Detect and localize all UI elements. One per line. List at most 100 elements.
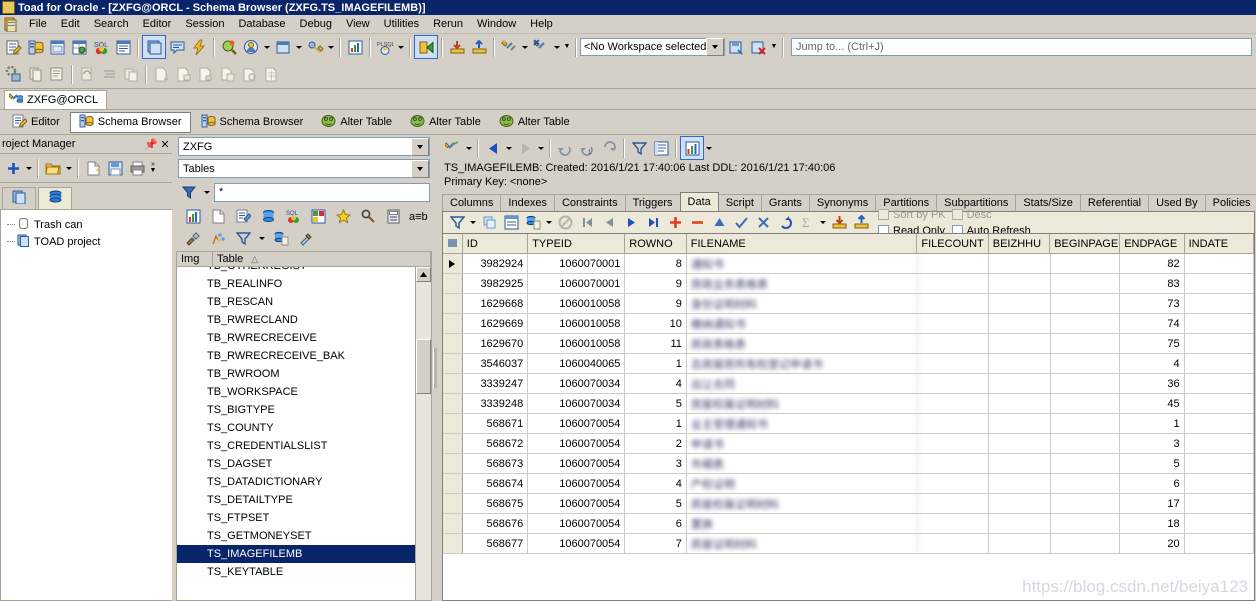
cell-id[interactable]: 568673 [463, 454, 528, 473]
cell-filecount[interactable] [918, 254, 989, 273]
privileges-icon[interactable] [304, 36, 326, 58]
table-row[interactable]: 398292510600700019房政业务表格表83 [443, 274, 1254, 294]
column-header-beginpage[interactable]: BEGINPAGE [1050, 234, 1120, 253]
cell-endpage[interactable]: 17 [1120, 494, 1184, 513]
workspace-overflow-icon[interactable]: ▼ [769, 36, 779, 58]
tab-columns[interactable]: Columns [442, 194, 501, 211]
tab-used-by[interactable]: Used By [1148, 194, 1206, 211]
last-record-icon[interactable] [642, 212, 664, 234]
save-workspace-icon[interactable] [725, 36, 747, 58]
describe-icon[interactable] [112, 36, 134, 58]
cell-rowno[interactable]: 2 [625, 434, 687, 453]
row-indicator[interactable] [443, 374, 463, 393]
tab-grants[interactable]: Grants [761, 194, 810, 211]
menu-editor[interactable]: Editor [136, 16, 179, 32]
plsql-dropdown-icon[interactable] [396, 36, 406, 58]
row-indicator[interactable] [443, 394, 463, 413]
cell-typeid[interactable]: 1060070054 [528, 494, 625, 513]
cell-endpage[interactable]: 75 [1120, 334, 1184, 353]
cell-beizhhu[interactable] [989, 374, 1051, 393]
column-header-filename[interactable]: FILENAME [687, 234, 918, 253]
object-list-col-table[interactable]: Table △ [213, 252, 431, 266]
data-icon[interactable] [257, 206, 279, 228]
session-dropdown-icon[interactable] [262, 36, 272, 58]
export-icon[interactable] [850, 212, 872, 234]
row-indicator[interactable] [443, 314, 463, 333]
star-icon[interactable] [332, 206, 354, 228]
list-item[interactable]: TB_OTHERREGIST [177, 267, 415, 275]
cell-filename[interactable]: 身份证明材料 [687, 294, 918, 313]
disconnect-dropdown-icon[interactable] [552, 36, 562, 58]
prev-record-icon[interactable] [598, 212, 620, 234]
cell-rowno[interactable]: 11 [625, 334, 687, 353]
commit-icon[interactable] [730, 212, 752, 234]
cell-indate[interactable] [1185, 354, 1254, 373]
data-grid-icon[interactable] [68, 36, 90, 58]
first-record-icon[interactable] [576, 212, 598, 234]
import-icon[interactable] [446, 36, 468, 58]
back-dropdown-icon[interactable] [504, 137, 514, 159]
sql-icon[interactable]: SQL [282, 206, 304, 228]
tab-alter-table-2[interactable]: Alter Table [402, 112, 489, 133]
cell-id[interactable]: 568671 [463, 414, 528, 433]
chart-dropdown-icon[interactable] [704, 137, 714, 159]
table-row[interactable]: 56867710600700547房屋证明材料20 [443, 534, 1254, 554]
table-row[interactable]: 162966810600100589身份证明材料73 [443, 294, 1254, 314]
project-manager-tree[interactable]: Trash can TOAD project [0, 209, 172, 601]
list-item[interactable]: TS_DATADICTIONARY [177, 473, 415, 491]
row-indicator[interactable] [443, 454, 463, 473]
connection-tab-zxfg[interactable]: ZXFG@ORCL [4, 90, 107, 109]
tree-node-trash-can[interactable]: Trash can [5, 216, 172, 233]
cell-filename[interactable]: 志房屋房所有权登记申请书 [687, 354, 918, 373]
cell-filecount[interactable] [918, 374, 989, 393]
menu-view[interactable]: View [339, 16, 377, 32]
cell-id[interactable]: 568677 [463, 534, 528, 553]
new-editor-icon[interactable] [2, 36, 24, 58]
cell-filename[interactable]: 出让合同 [687, 374, 918, 393]
cell-filename[interactable]: 产权证明 [687, 474, 918, 493]
checkbox-box[interactable] [878, 209, 889, 220]
tree-node-toad-project[interactable]: TOAD project [5, 233, 172, 250]
cell-beginpage[interactable] [1051, 414, 1120, 433]
filter-dropdown-icon[interactable] [468, 212, 478, 234]
object-palette-icon[interactable] [142, 35, 166, 59]
cell-rowno[interactable]: 1 [625, 354, 687, 373]
grid-doc-icon[interactable] [260, 63, 282, 85]
cell-indate[interactable] [1185, 494, 1254, 513]
rename-icon[interactable]: a≡b [409, 211, 428, 223]
script-icon[interactable] [46, 63, 68, 85]
privileges-dropdown-icon[interactable] [326, 36, 336, 58]
cell-indate[interactable] [1185, 474, 1254, 493]
scroll-up-arrow-icon[interactable] [416, 267, 431, 282]
rebuild-icon[interactable] [182, 228, 204, 250]
refresh-object-dropdown-icon[interactable] [464, 137, 474, 159]
cell-endpage[interactable]: 18 [1120, 514, 1184, 533]
cell-typeid[interactable]: 1060070054 [528, 454, 625, 473]
cell-endpage[interactable]: 74 [1120, 314, 1184, 333]
tab-script[interactable]: Script [718, 194, 762, 211]
cell-beizhhu[interactable] [989, 494, 1051, 513]
filter-icon[interactable] [628, 137, 650, 159]
object-list-col-img[interactable]: Img [177, 252, 213, 266]
object-type-dropdown-icon[interactable] [411, 160, 429, 178]
plsql-debug-icon[interactable]: PLSQL [374, 36, 396, 58]
cell-endpage[interactable]: 83 [1120, 274, 1184, 293]
cell-id[interactable]: 3339247 [463, 374, 528, 393]
list-item[interactable]: TB_RWROOM [177, 365, 415, 383]
cell-indate[interactable] [1185, 374, 1254, 393]
describe-icon[interactable] [307, 206, 329, 228]
cell-filename[interactable]: 房政业务表格表 [687, 274, 918, 293]
open-folder-icon[interactable] [42, 157, 64, 179]
data-grid[interactable]: ID TYPEID ROWNO FILENAME FILECOUNT BEIZH… [443, 233, 1254, 600]
cell-beizhhu[interactable] [989, 354, 1051, 373]
cell-id[interactable]: 3339248 [463, 394, 528, 413]
cell-id[interactable]: 568672 [463, 434, 528, 453]
cell-filename[interactable]: 市细表 [687, 454, 918, 473]
copy-doc-icon[interactable] [216, 63, 238, 85]
cell-filecount[interactable] [918, 514, 989, 533]
menu-help[interactable]: Help [523, 16, 560, 32]
single-record-icon[interactable] [500, 212, 522, 234]
cell-beginpage[interactable] [1051, 474, 1120, 493]
cell-id[interactable]: 1629669 [463, 314, 528, 333]
align-icon[interactable] [98, 63, 120, 85]
